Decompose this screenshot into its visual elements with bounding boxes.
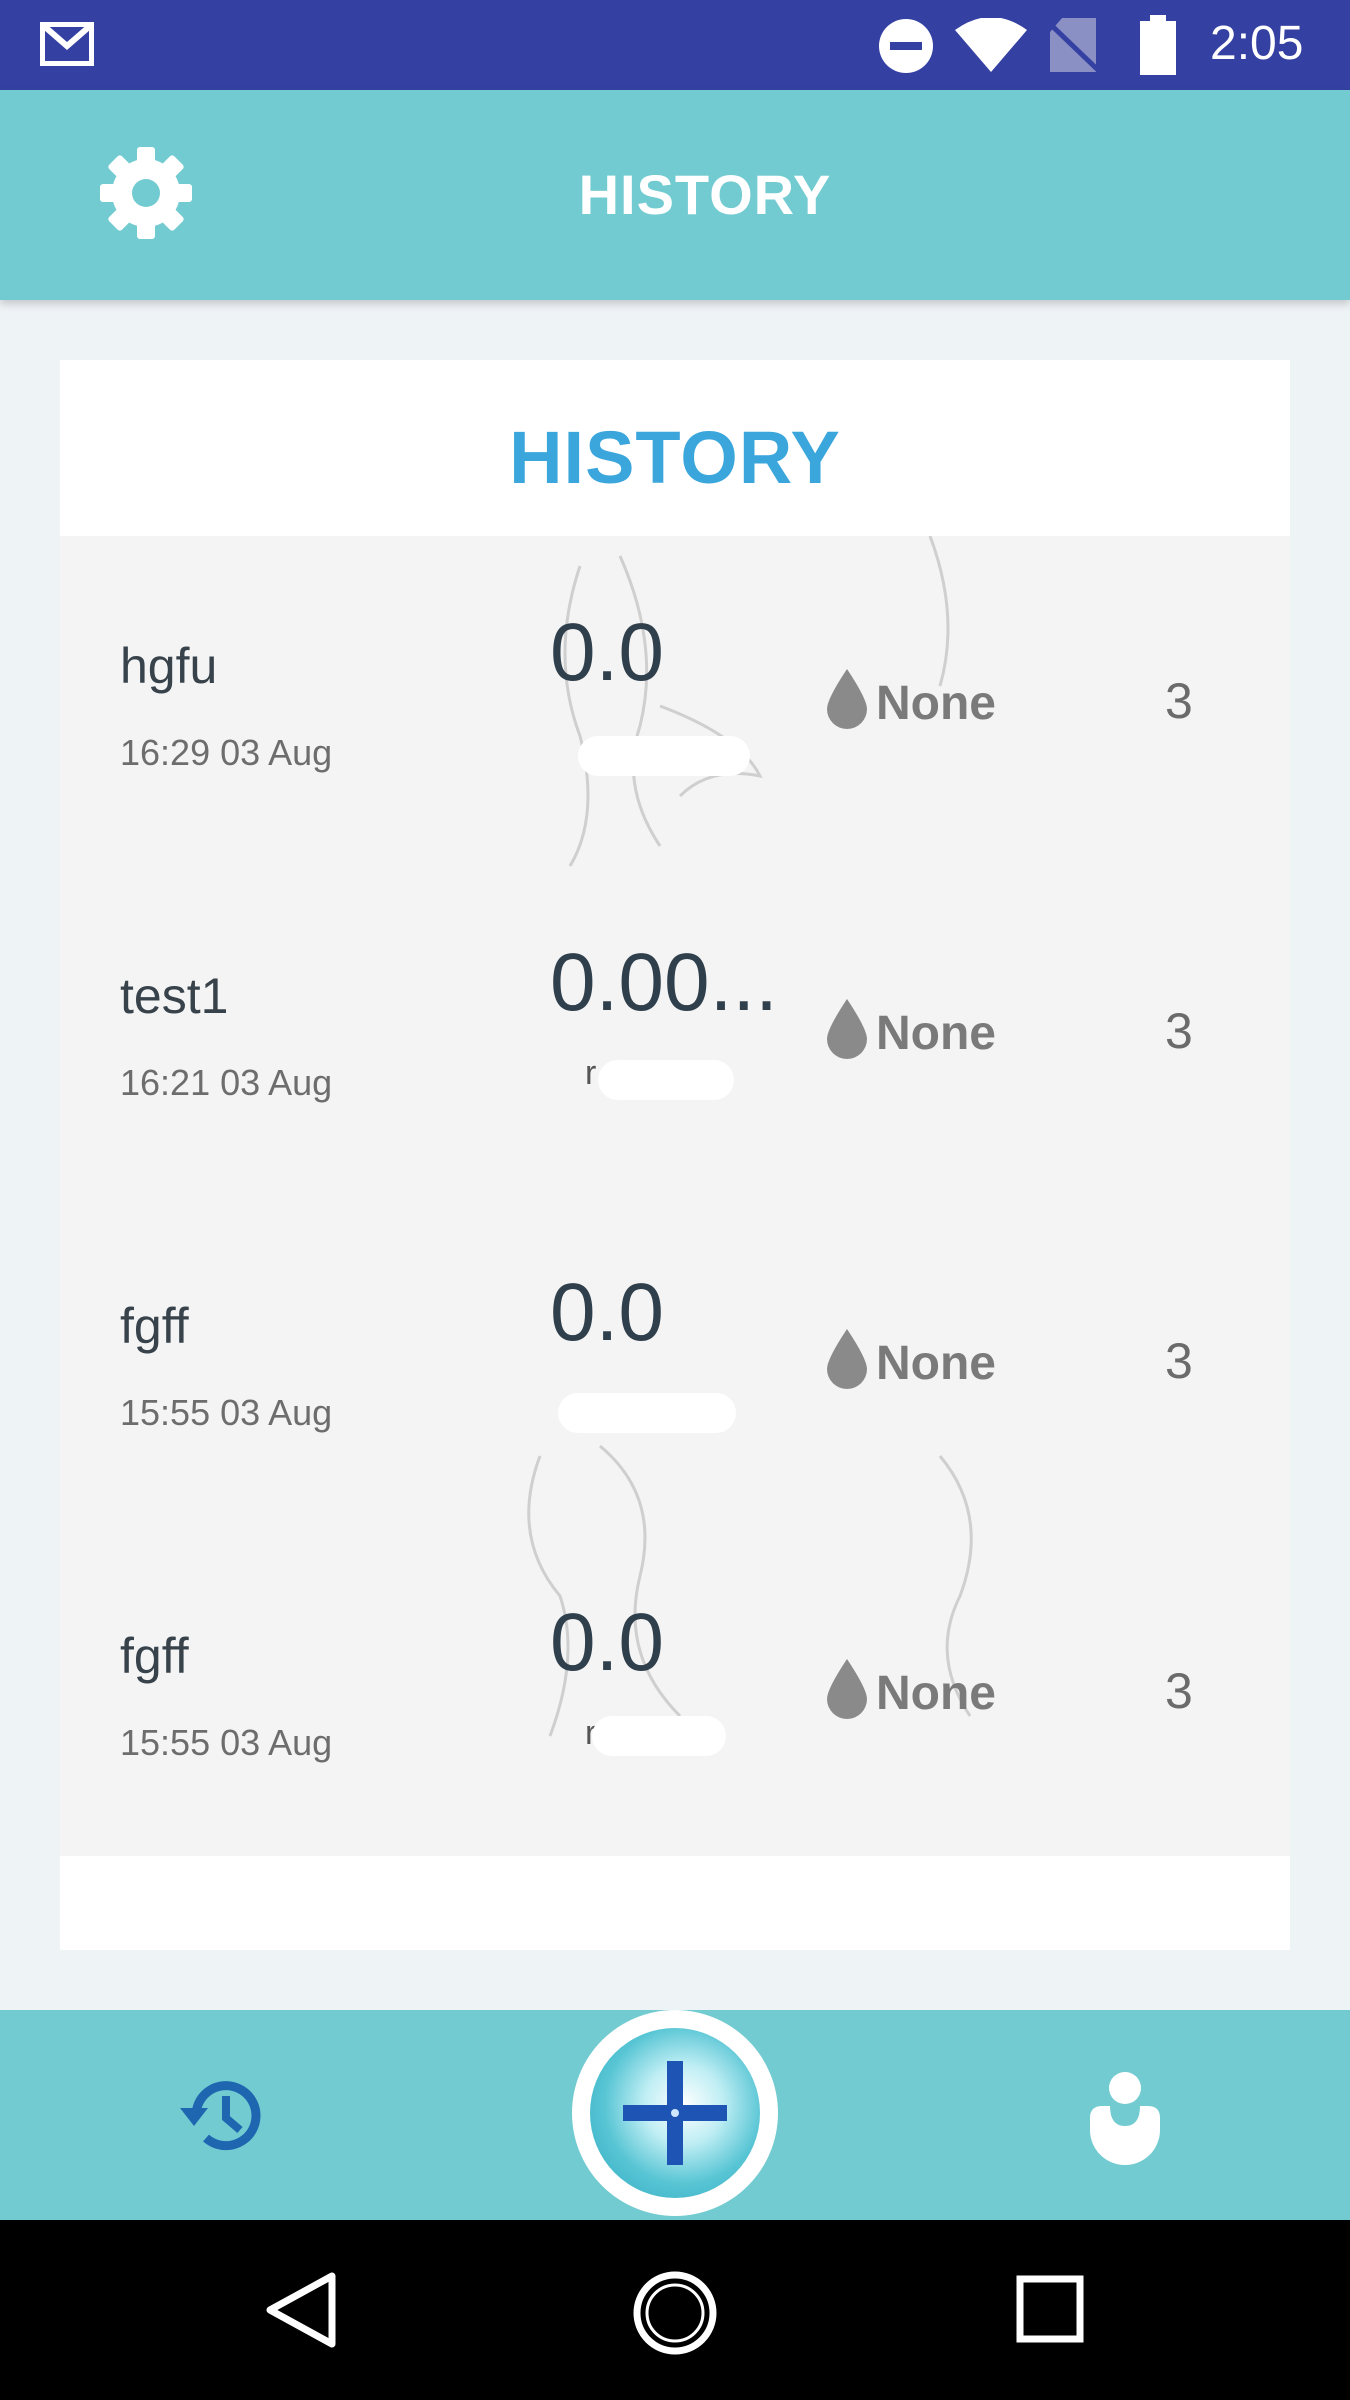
card-title: HISTORY (509, 416, 841, 499)
entry-count: 3 (1165, 673, 1193, 729)
history-row[interactable]: fgff 15:55 03 Aug 0.0 r None 3 (60, 1526, 1290, 1856)
entry-type: None (876, 1337, 996, 1390)
drop-icon (827, 669, 867, 729)
redaction-blob (592, 1716, 726, 1756)
recents-icon[interactable] (1016, 2275, 1084, 2343)
history-icon[interactable] (176, 2068, 272, 2164)
redaction-blob (578, 736, 750, 776)
entry-type: None (876, 1667, 996, 1720)
bottom-nav (0, 2010, 1350, 2220)
history-row[interactable]: test1 16:21 03 Aug 0.00... r None 3 (60, 866, 1290, 1196)
redaction-blob (558, 1393, 736, 1433)
entry-name: fgff (120, 1298, 189, 1354)
entry-date: 15:55 03 Aug (120, 1392, 333, 1433)
no-sim-icon (1048, 18, 1098, 72)
entry-date: 16:29 03 Aug (120, 732, 333, 773)
app-bar-title: HISTORY (578, 163, 832, 226)
battery-icon (1140, 15, 1176, 75)
drop-icon (827, 999, 867, 1059)
entry-value: 0.0 (550, 607, 664, 698)
history-list: hgfu 16:29 03 Aug 0.0 None 3 test1 16:21… (60, 536, 1290, 1856)
status-bar: 2:05 (0, 0, 1350, 90)
entry-value: 0.00... (550, 937, 778, 1028)
history-row[interactable]: fgff 15:55 03 Aug 0.0 None 3 (60, 1196, 1290, 1526)
home-icon[interactable] (632, 2270, 718, 2356)
add-button[interactable] (572, 2010, 778, 2216)
do-not-disturb-icon (879, 19, 933, 73)
entry-value: 0.0 (550, 1597, 664, 1688)
entry-count: 3 (1165, 1003, 1193, 1059)
entry-name: fgff (120, 1628, 189, 1684)
entry-name: hgfu (120, 638, 218, 694)
drop-icon (827, 1659, 867, 1719)
entry-unit: r (585, 1054, 597, 1092)
wifi-icon (955, 18, 1027, 72)
entry-date: 15:55 03 Aug (120, 1722, 333, 1763)
status-time: 2:05 (1210, 17, 1304, 70)
entry-date: 16:21 03 Aug (120, 1062, 333, 1103)
system-nav-bar (0, 2220, 1350, 2400)
redaction-blob (598, 1060, 734, 1100)
gmail-icon (40, 22, 94, 66)
entry-count: 3 (1165, 1663, 1193, 1719)
entry-type: None (876, 1007, 996, 1060)
drop-icon (827, 1329, 867, 1389)
add-button-inner (590, 2028, 760, 2198)
entry-type: None (876, 677, 996, 730)
entry-count: 3 (1165, 1333, 1193, 1389)
profile-icon[interactable] (1080, 2068, 1170, 2168)
card-header: HISTORY (60, 360, 1290, 536)
history-card: HISTORY hgfu 16:29 03 Aug 0.0 None 3 tes… (60, 360, 1290, 1950)
entry-name: test1 (120, 968, 229, 1024)
back-icon[interactable] (262, 2270, 342, 2350)
add-icon (623, 2061, 727, 2165)
history-row[interactable]: hgfu 16:29 03 Aug 0.0 None 3 (60, 536, 1290, 866)
entry-value: 0.0 (550, 1267, 664, 1358)
app-bar: HISTORY (0, 90, 1350, 300)
